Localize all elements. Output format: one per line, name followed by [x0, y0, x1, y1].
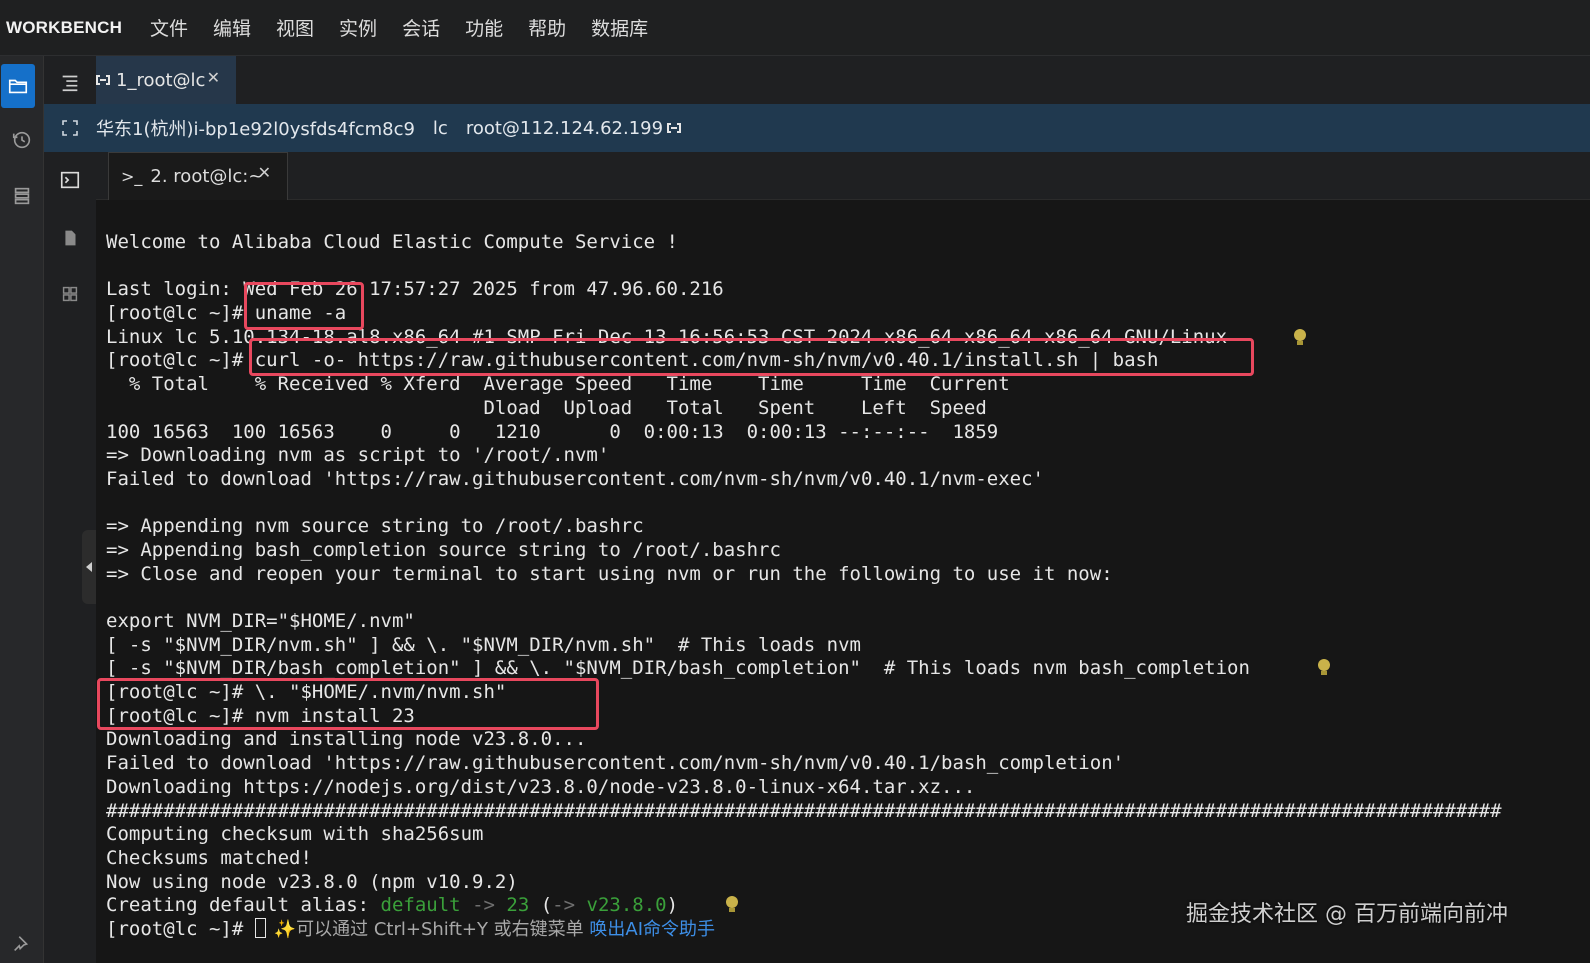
terminal-line: % Total % Received % Xferd Average Speed… [106, 373, 1010, 396]
pin-icon[interactable] [0, 922, 44, 963]
instance-info-bar: 华东1(杭州)i-bp1e92l0ysfds4fcm8c9 lc root@11… [44, 104, 1590, 152]
collapse-handle[interactable] [82, 530, 96, 604]
alias-prefix: Creating default alias: [106, 894, 381, 917]
lightbulb-icon[interactable] [724, 895, 740, 915]
terminal-line: [ -s "$NVM_DIR/nvm.sh" ] && \. "$NVM_DIR… [106, 633, 861, 656]
alias-arrow2: -> [552, 894, 587, 917]
terminal-line: Failed to download 'https://raw.githubus… [106, 752, 1125, 775]
terminal-tab[interactable]: >_ 2. root@lc:~ ✕ [108, 152, 288, 200]
alias-version: 23 [506, 894, 530, 917]
chevron-left-icon [86, 562, 92, 572]
terminal-line: ########################################… [106, 799, 1502, 822]
terminal-line: Dload Upload Total Spent Left Speed [106, 396, 987, 419]
lightbulb-icon[interactable] [1292, 328, 1308, 348]
close-icon[interactable]: ✕ [258, 163, 271, 182]
folder-icon[interactable] [1, 64, 35, 108]
menu-database[interactable]: 数据库 [591, 14, 648, 41]
file-icon[interactable] [50, 218, 90, 258]
terminal-line: Computing checksum with sha256sum [106, 823, 484, 846]
terminal-line: 100 16563 100 16563 0 0 1210 0 0:00:13 0… [106, 420, 999, 443]
session-tab-bar: 1_root@lc ✕ [96, 56, 1590, 104]
close-icon[interactable]: ✕ [207, 68, 220, 87]
alias-arrow: -> [460, 894, 507, 917]
terminal-line: => Close and reopen your terminal to sta… [106, 562, 1113, 585]
instance-login: root@112.124.62.199 [465, 117, 664, 139]
terminal-line: Downloading and installing node v23.8.0.… [106, 728, 587, 751]
alias-paren-open: ( [529, 894, 553, 917]
session-tab[interactable]: 1_root@lc ✕ [96, 56, 236, 104]
terminal-tab-bar: >_ 2. root@lc:~ ✕ [96, 152, 1590, 200]
alias-paren-close: ) [666, 894, 679, 917]
terminal-line: export NVM_DIR="$HOME/.nvm" [106, 610, 415, 632]
ai-assistant-link[interactable]: 唤出AI命令助手 [589, 919, 715, 940]
terminal-cursor [254, 917, 266, 938]
highlight-box [249, 338, 1254, 376]
sparkle-icon: ✨ [273, 918, 297, 940]
menu-edit[interactable]: 编辑 [213, 14, 251, 41]
alias-name: default [380, 894, 461, 917]
terminal-line: => Appending nvm source string to /root/… [106, 515, 644, 538]
terminal-tab-label: 2. root@lc:~ [150, 166, 264, 187]
ai-hint-text: 可以通过 Ctrl+Shift+Y 或右键菜单 [296, 918, 590, 940]
server-list-icon[interactable] [0, 174, 44, 218]
menu-bar: WORKBENCH 文件 编辑 视图 实例 会话 功能 帮助 数据库 [0, 0, 1590, 56]
prompt: [root@lc ~]# [106, 917, 255, 940]
terminal-line: Welcome to Alibaba Cloud Elastic Compute… [106, 231, 678, 253]
session-tab-label: 1_root@lc [116, 69, 206, 91]
menu-file[interactable]: 文件 [150, 14, 188, 41]
menu-view[interactable]: 视图 [276, 14, 314, 41]
instance-id: 华东1(杭州)i-bp1e92l0ysfds4fcm8c9 [96, 119, 415, 140]
apps-grid-icon[interactable] [50, 274, 90, 314]
terminal-line: => Downloading nvm as script to '/root/.… [106, 444, 610, 467]
terminal-line: Now using node v23.8.0 (npm v10.9.2) [106, 870, 518, 893]
terminal-line: Failed to download 'https://raw.githubus… [106, 467, 1044, 490]
activity-bar [0, 56, 44, 963]
menu-session[interactable]: 会话 [402, 14, 440, 41]
menu-features[interactable]: 功能 [465, 14, 503, 41]
outline-menu-icon[interactable] [50, 62, 90, 102]
highlight-box [97, 678, 599, 730]
alias-resolved: v23.8.0 [586, 894, 667, 917]
menu-help[interactable]: 帮助 [528, 14, 566, 41]
terminal-icon[interactable] [50, 160, 90, 200]
expand-icon[interactable] [62, 120, 78, 136]
terminal-line: Checksums matched! [106, 846, 312, 869]
history-icon[interactable] [0, 118, 44, 162]
menu-instance[interactable]: 实例 [339, 14, 377, 41]
terminal-prompt-icon: >_ [121, 167, 143, 186]
app-brand: WORKBENCH [6, 17, 123, 37]
terminal-line: Downloading https://nodejs.org/dist/v23.… [106, 775, 976, 798]
link-icon[interactable] [665, 121, 683, 135]
watermark: 掘金技术社区 @ 百万前端向前冲 [1186, 902, 1508, 927]
highlight-box [244, 282, 364, 330]
terminal-line: => Appending bash_completion source stri… [106, 538, 781, 561]
panel-bar [44, 56, 96, 963]
link-icon [96, 75, 110, 85]
instance-host: lc [432, 117, 448, 139]
lightbulb-icon[interactable] [1316, 658, 1332, 678]
